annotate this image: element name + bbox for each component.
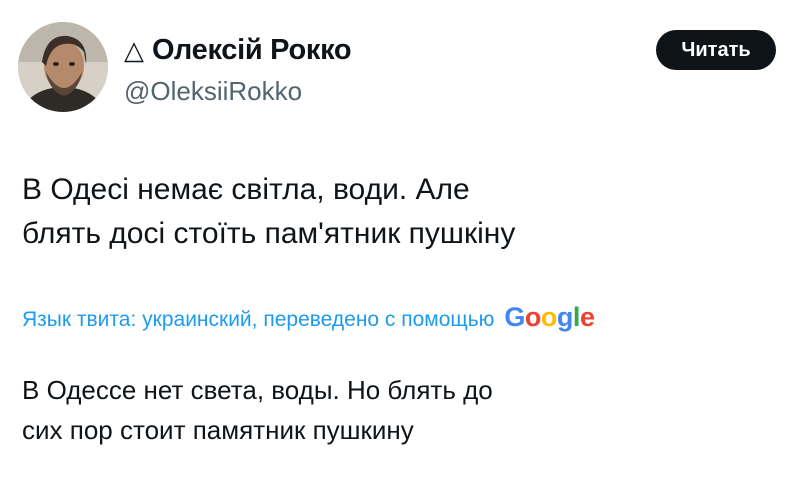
avatar-photo-icon bbox=[18, 22, 108, 112]
translation-label-link[interactable]: Язык твита: украинский, переведено с пом… bbox=[22, 308, 494, 332]
tweet-text-line-2: блять досі стоїть пам'ятник пушкіну bbox=[22, 217, 516, 250]
avatar[interactable] bbox=[18, 22, 108, 112]
author-name[interactable]: Олексій Рокко bbox=[152, 34, 352, 67]
translated-text-line-1: В Одессе нет света, воды. Но блять до bbox=[22, 375, 493, 405]
google-logo-letter: l bbox=[572, 302, 581, 332]
google-logo-letter: o bbox=[540, 302, 558, 332]
follow-button[interactable]: Читать bbox=[656, 30, 776, 70]
translation-attribution: Язык твита: украинский, переведено с пом… bbox=[22, 302, 595, 333]
tweet-text: В Одесі немає світла, води. Але блять до… bbox=[22, 168, 762, 256]
google-logo: Google bbox=[504, 302, 595, 333]
google-logo-letter: G bbox=[504, 302, 525, 332]
google-logo-letter: e bbox=[579, 302, 595, 332]
translated-text-line-2: сих пор стоит памятник пушкину bbox=[22, 415, 414, 445]
google-logo-letter: o bbox=[524, 302, 542, 332]
triangle-outline-icon: △ bbox=[124, 35, 144, 65]
author-handle[interactable]: @OleksiiRokko bbox=[124, 76, 302, 107]
translated-text: В Одессе нет света, воды. Но блять до си… bbox=[22, 370, 762, 450]
google-logo-letter: g bbox=[556, 302, 574, 332]
tweet-text-line-1: В Одесі немає світла, води. Але bbox=[22, 173, 470, 206]
author-name-row[interactable]: △ Олексій Рокко bbox=[124, 30, 352, 70]
